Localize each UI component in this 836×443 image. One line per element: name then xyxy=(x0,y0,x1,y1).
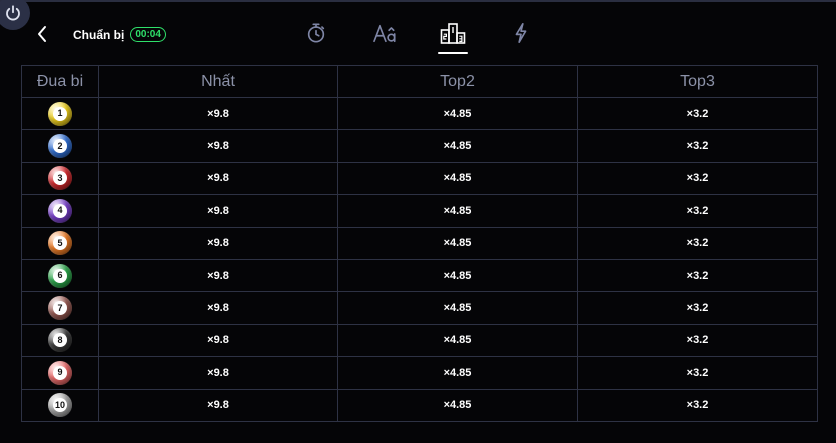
odds-top2[interactable]: ×4.85 xyxy=(337,291,578,325)
odds-first[interactable]: ×9.8 xyxy=(98,161,338,196)
chevron-left-icon xyxy=(38,26,46,42)
odds-first[interactable]: ×9.8 xyxy=(98,356,338,390)
ball-cell: 10 xyxy=(21,388,99,422)
table-row: 8 ×9.8 ×4.85 ×3.2 xyxy=(21,323,818,358)
podium-icon xyxy=(440,23,466,44)
column-header-ball: Đua bi xyxy=(21,65,99,98)
ball-cell: 8 xyxy=(21,323,99,358)
odds-top3[interactable]: ×3.2 xyxy=(577,356,818,390)
odds-first[interactable]: ×9.8 xyxy=(98,291,338,325)
ball-icon: 8 xyxy=(48,328,72,353)
ball-cell: 3 xyxy=(21,161,99,196)
odds-top3[interactable]: ×3.2 xyxy=(577,96,818,131)
tab-letters[interactable] xyxy=(372,20,398,46)
odds-top3[interactable]: ×3.2 xyxy=(577,258,818,293)
table-row: 7 ×9.8 ×4.85 ×3.2 xyxy=(21,291,818,325)
odds-first[interactable]: ×9.8 xyxy=(98,226,338,260)
ball-number: 1 xyxy=(53,106,67,121)
tab-podium[interactable] xyxy=(440,20,466,46)
ball-number: 9 xyxy=(53,365,67,380)
round-status: Chuẩn bị 00:04 xyxy=(73,27,166,42)
lightning-icon xyxy=(515,23,527,43)
odds-top3[interactable]: ×3.2 xyxy=(577,129,818,163)
ball-icon: 2 xyxy=(48,134,72,159)
table-row: 10 ×9.8 ×4.85 ×3.2 xyxy=(21,388,818,422)
stopwatch-icon xyxy=(307,23,325,43)
odds-top2[interactable]: ×4.85 xyxy=(337,226,578,260)
ball-cell: 4 xyxy=(21,194,99,228)
game-panel: Chuẩn bị 00:04 Đua bi Nhất Top2 Top3 1 ×… xyxy=(0,0,836,443)
table-row: 9 ×9.8 ×4.85 ×3.2 xyxy=(21,356,818,390)
countdown-timer: 00:04 xyxy=(130,27,166,42)
ball-cell: 7 xyxy=(21,291,99,325)
ball-number: 3 xyxy=(53,171,67,186)
ball-icon: 6 xyxy=(48,263,72,288)
ball-number: 10 xyxy=(53,398,67,413)
column-header-first: Nhất xyxy=(98,65,338,98)
table-row: 3 ×9.8 ×4.85 ×3.2 xyxy=(21,161,818,196)
odds-top3[interactable]: ×3.2 xyxy=(577,161,818,196)
top-bar: Chuẩn bị 00:04 xyxy=(0,12,836,56)
letter-a-icon xyxy=(373,24,396,43)
ball-number: 6 xyxy=(53,268,67,283)
ball-cell: 1 xyxy=(21,96,99,131)
odds-first[interactable]: ×9.8 xyxy=(98,323,338,358)
odds-top3[interactable]: ×3.2 xyxy=(577,226,818,260)
odds-table: Đua bi Nhất Top2 Top3 1 ×9.8 ×4.85 ×3.2 2 ×9.… xyxy=(21,65,818,422)
odds-top2[interactable]: ×4.85 xyxy=(337,194,578,228)
odds-top2[interactable]: ×4.85 xyxy=(337,96,578,131)
table-row: 5 ×9.8 ×4.85 ×3.2 xyxy=(21,226,818,260)
odds-first[interactable]: ×9.8 xyxy=(98,96,338,131)
ball-icon: 3 xyxy=(48,166,72,191)
ball-icon: 10 xyxy=(48,393,72,418)
table-row: 4 ×9.8 ×4.85 ×3.2 xyxy=(21,194,818,228)
odds-top3[interactable]: ×3.2 xyxy=(577,323,818,358)
ball-number: 5 xyxy=(53,236,67,251)
table-row: 6 ×9.8 ×4.85 ×3.2 xyxy=(21,258,818,293)
tab-stopwatch[interactable] xyxy=(303,20,329,46)
ball-icon: 5 xyxy=(48,231,72,256)
ball-icon: 9 xyxy=(48,360,72,385)
odds-top3[interactable]: ×3.2 xyxy=(577,291,818,325)
odds-top2[interactable]: ×4.85 xyxy=(337,388,578,422)
ball-number: 2 xyxy=(53,139,67,154)
ball-icon: 1 xyxy=(48,101,72,126)
ball-number: 8 xyxy=(53,333,67,348)
active-tab-indicator xyxy=(438,52,468,54)
ball-number: 7 xyxy=(53,301,67,316)
odds-top3[interactable]: ×3.2 xyxy=(577,194,818,228)
ball-cell: 5 xyxy=(21,226,99,260)
table-row: 2 ×9.8 ×4.85 ×3.2 xyxy=(21,129,818,163)
ball-number: 4 xyxy=(53,203,67,218)
odds-top2[interactable]: ×4.85 xyxy=(337,356,578,390)
ball-cell: 2 xyxy=(21,129,99,163)
status-label: Chuẩn bị xyxy=(73,27,125,42)
tab-lightning[interactable] xyxy=(508,20,534,46)
ball-icon: 7 xyxy=(48,296,72,321)
ball-icon: 4 xyxy=(48,198,72,223)
odds-top2[interactable]: ×4.85 xyxy=(337,258,578,293)
column-header-top3: Top3 xyxy=(577,65,818,98)
odds-first[interactable]: ×9.8 xyxy=(98,388,338,422)
odds-first[interactable]: ×9.8 xyxy=(98,129,338,163)
odds-top3[interactable]: ×3.2 xyxy=(577,388,818,422)
ball-cell: 9 xyxy=(21,356,99,390)
odds-top2[interactable]: ×4.85 xyxy=(337,129,578,163)
odds-first[interactable]: ×9.8 xyxy=(98,258,338,293)
column-header-top2: Top2 xyxy=(337,65,578,98)
back-button[interactable] xyxy=(32,24,52,44)
odds-top2[interactable]: ×4.85 xyxy=(337,323,578,358)
odds-first[interactable]: ×9.8 xyxy=(98,194,338,228)
odds-table-body: 1 ×9.8 ×4.85 ×3.2 2 ×9.8 ×4.85 ×3.2 3 ×9.8 ×4.85 ×3… xyxy=(21,96,818,422)
table-header-row: Đua bi Nhất Top2 Top3 xyxy=(21,65,818,98)
ball-cell: 6 xyxy=(21,258,99,293)
table-row: 1 ×9.8 ×4.85 ×3.2 xyxy=(21,96,818,131)
odds-top2[interactable]: ×4.85 xyxy=(337,161,578,196)
